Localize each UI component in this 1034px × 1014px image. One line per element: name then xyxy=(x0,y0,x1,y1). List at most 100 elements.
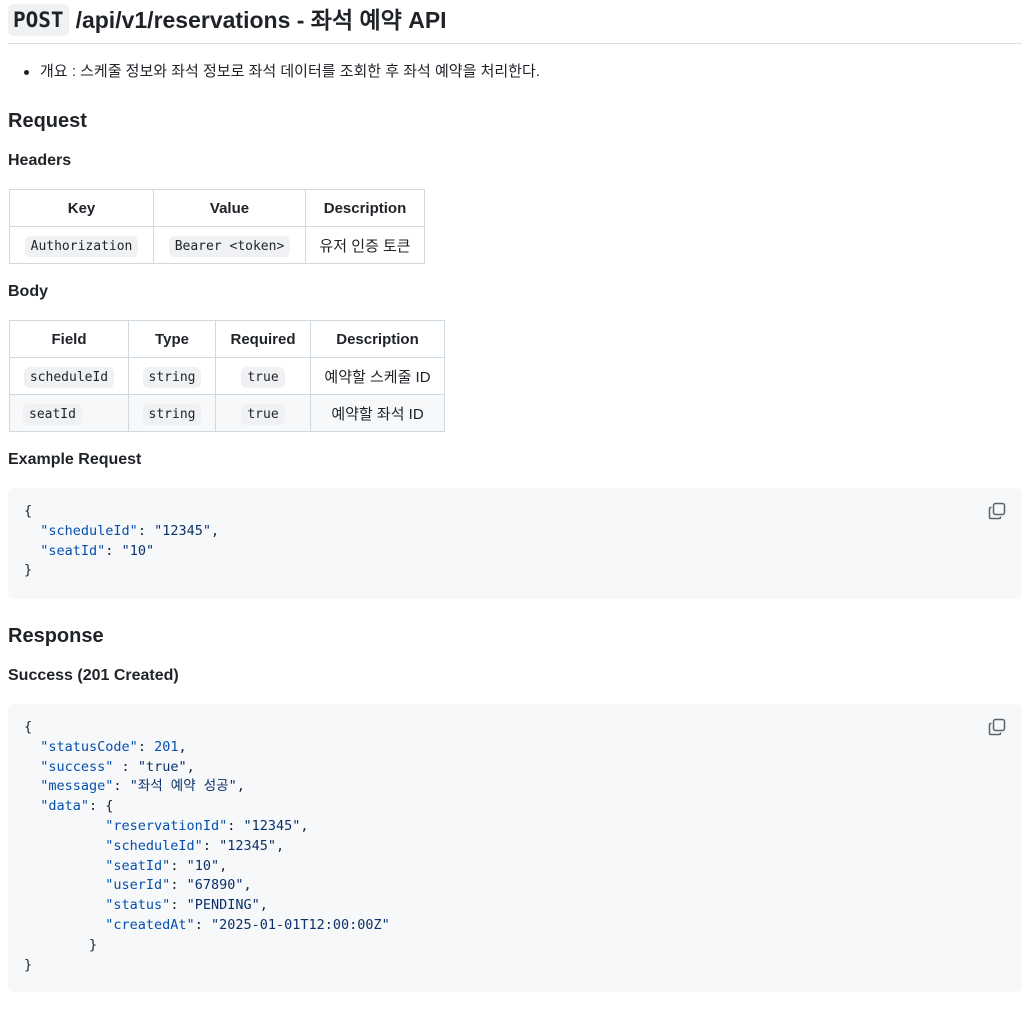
code-line: "seatId": "10" xyxy=(24,542,1006,562)
headers-table: Key Value Description Authorization Bear… xyxy=(9,189,425,264)
json-punctuation: } xyxy=(24,562,33,579)
json-key: "status" xyxy=(105,897,171,914)
json-punctuation: : xyxy=(227,817,244,834)
copy-button[interactable] xyxy=(988,502,1006,520)
table-header-row: Key Value Description xyxy=(9,189,425,227)
json-punctuation xyxy=(24,543,40,559)
table-cell: 예약할 좌석 ID xyxy=(310,394,445,432)
overview-list-item: 개요 : 스케줄 정보와 좌석 정보로 좌석 데이터를 조회한 후 좌석 예약을… xyxy=(24,61,540,83)
json-punctuation xyxy=(24,818,105,834)
inline-code: seatId xyxy=(23,403,82,425)
response-heading: Response xyxy=(8,625,104,647)
json-punctuation: : xyxy=(113,758,138,775)
inline-code: Bearer <token> xyxy=(168,235,291,257)
json-key: "data" xyxy=(40,798,90,815)
code-line: } xyxy=(24,936,1006,956)
table-cell: 유저 인증 토큰 xyxy=(305,226,425,264)
json-key: "success" xyxy=(40,758,114,775)
json-key: "scheduleId" xyxy=(105,837,203,854)
json-punctuation: : xyxy=(194,916,211,933)
body-heading: Body xyxy=(8,283,48,300)
code-line: "scheduleId": "12345", xyxy=(24,837,1006,857)
json-key: "reservationId" xyxy=(105,817,228,834)
code-line: { xyxy=(24,718,1006,738)
example-request-heading: Example Request xyxy=(8,451,142,468)
inline-code: string xyxy=(142,403,202,425)
json-key: "message" xyxy=(40,778,114,795)
bullet-dot xyxy=(24,69,29,75)
json-punctuation: , xyxy=(219,857,228,874)
copy-button[interactable] xyxy=(988,718,1006,736)
column-header: Field xyxy=(9,320,129,358)
code-line: "data": { xyxy=(24,797,1006,817)
json-key: "userId" xyxy=(105,877,171,894)
json-string: "PENDING" xyxy=(186,897,260,914)
success-heading: Success (201 Created) xyxy=(8,667,179,684)
json-punctuation: , xyxy=(178,738,187,755)
copy-icon xyxy=(988,718,1006,736)
column-header: Key xyxy=(9,189,154,227)
json-punctuation xyxy=(24,877,105,893)
json-punctuation xyxy=(24,778,40,794)
column-header: Value xyxy=(153,189,306,227)
json-string: "2025-01-01T12:00:00Z" xyxy=(210,916,390,933)
code-line: "reservationId": "12345", xyxy=(24,817,1006,837)
inline-code: scheduleId xyxy=(23,366,115,388)
table-cell: scheduleId xyxy=(9,357,129,395)
json-punctuation: : xyxy=(170,897,187,914)
table-cell: Authorization xyxy=(9,226,154,264)
json-key: "seatId" xyxy=(40,542,106,559)
json-string: "좌석 예약 성공" xyxy=(129,778,237,795)
code-line: "success" : "true", xyxy=(24,758,1006,778)
json-punctuation: : xyxy=(105,542,122,559)
code-line: "seatId": "10", xyxy=(24,857,1006,877)
json-punctuation: , xyxy=(276,837,285,854)
json-punctuation: , xyxy=(186,758,195,775)
json-key: "scheduleId" xyxy=(40,522,138,539)
code-line: } xyxy=(24,956,1006,976)
response-codeblock: { "statusCode": 201, "success" : "true",… xyxy=(8,704,1022,992)
json-key: "createdAt" xyxy=(105,916,195,933)
example-request-codeblock: { "scheduleId": "12345", "seatId": "10"} xyxy=(8,488,1022,599)
column-header: Description xyxy=(305,189,425,227)
json-punctuation: : xyxy=(202,837,220,854)
json-punctuation xyxy=(24,739,40,755)
json-punctuation xyxy=(24,798,40,814)
json-string: "true" xyxy=(137,758,187,775)
inline-code: string xyxy=(142,366,202,388)
json-punctuation xyxy=(24,523,40,539)
column-header: Description xyxy=(310,320,445,358)
json-punctuation: { xyxy=(24,503,33,519)
json-punctuation: { xyxy=(24,719,33,735)
json-punctuation: : xyxy=(137,522,155,539)
json-number: 201 xyxy=(154,738,179,755)
json-string: "12345" xyxy=(243,817,301,834)
json-punctuation: : xyxy=(170,877,187,894)
json-punctuation: , xyxy=(236,778,245,795)
column-header: Required xyxy=(215,320,311,358)
json-punctuation xyxy=(24,897,105,913)
overview-text: 개요 : 스케줄 정보와 좌석 정보로 좌석 데이터를 조회한 후 좌석 예약을… xyxy=(40,63,540,80)
table-cell: true xyxy=(215,357,311,395)
column-header: Type xyxy=(128,320,216,358)
json-punctuation: , xyxy=(243,877,252,894)
inline-code: true xyxy=(241,366,285,388)
code-line: "scheduleId": "12345", xyxy=(24,522,1006,542)
inline-code: true xyxy=(241,403,285,425)
json-string: "12345" xyxy=(154,522,211,539)
code-line: "status": "PENDING", xyxy=(24,896,1006,916)
json-string: "67890" xyxy=(186,877,244,894)
table-row: seatId string true 예약할 좌석 ID xyxy=(9,394,445,432)
table-row: scheduleId string true 예약할 스케줄 ID xyxy=(9,357,445,395)
code-line: { xyxy=(24,502,1006,522)
code-line: } xyxy=(24,561,1006,581)
table-header-row: Field Type Required Description xyxy=(9,320,445,358)
code-line: "createdAt": "2025-01-01T12:00:00Z" xyxy=(24,916,1006,936)
document: POST /api/v1/reservations - 좌석 예약 API 개요… xyxy=(0,0,1034,1014)
json-string: "10" xyxy=(121,542,155,559)
json-punctuation: } xyxy=(24,936,98,953)
body-table: Field Type Required Description schedule… xyxy=(9,320,445,432)
json-punctuation: : xyxy=(137,738,155,755)
json-punctuation: } xyxy=(24,956,33,973)
inline-code: Authorization xyxy=(24,235,139,257)
